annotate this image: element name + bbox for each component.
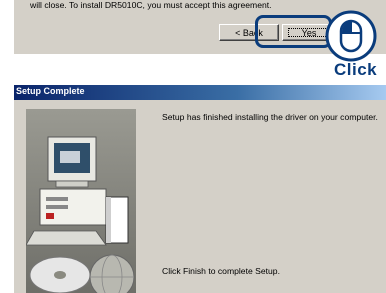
finish-instruction: Click Finish to complete Setup. — [162, 266, 280, 276]
setup-finished-message: Setup has finished installing the driver… — [162, 112, 378, 122]
cd-disc-icon — [29, 256, 91, 293]
title-bar[interactable]: Setup Complete — [14, 85, 386, 100]
setup-illustration — [26, 109, 136, 293]
computer-illustration-icon — [26, 109, 136, 293]
mouse-icon — [324, 9, 378, 63]
dialog-title: Setup Complete — [16, 86, 85, 96]
setup-complete-dialog: Setup Complete Setup has finished instal… — [14, 85, 386, 293]
license-agreement-text: will close. To install DR5010C, you must… — [30, 0, 272, 10]
click-callout-label: Click — [334, 60, 378, 79]
yes-button-highlight — [255, 15, 332, 48]
